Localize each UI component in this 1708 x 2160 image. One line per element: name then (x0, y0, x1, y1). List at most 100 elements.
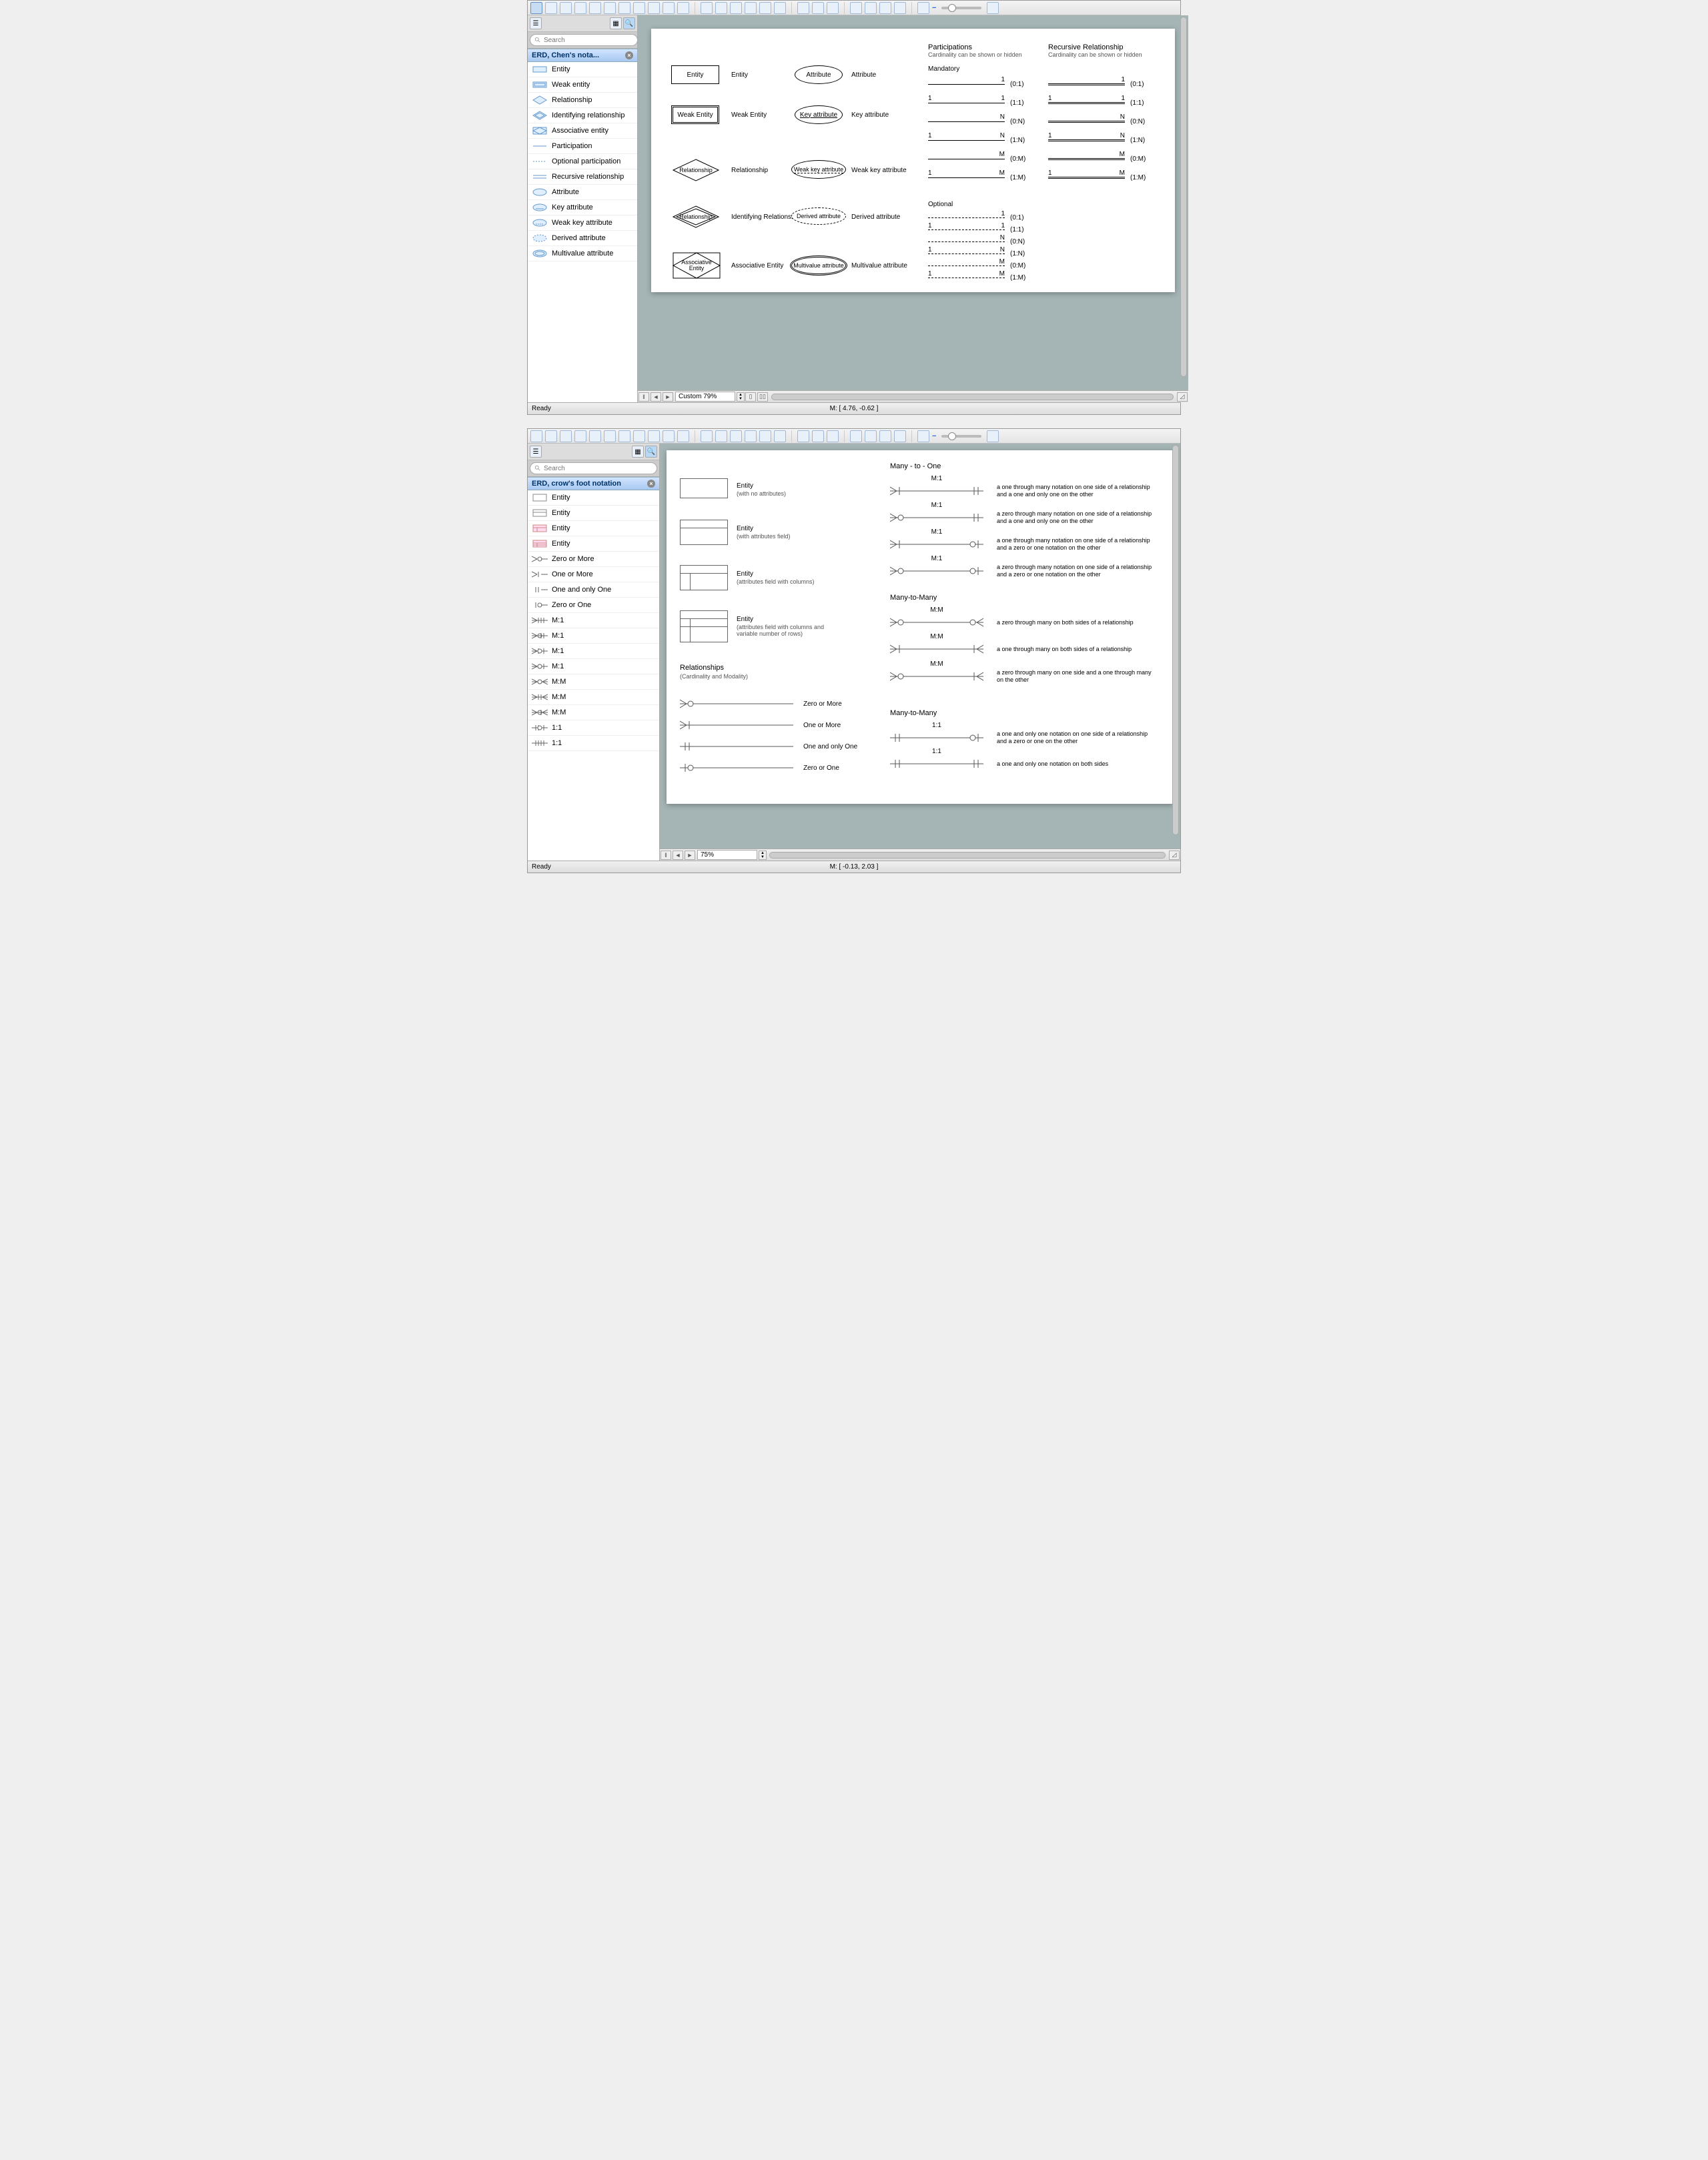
library-item[interactable]: M:M (528, 674, 659, 690)
eyedropper-tool[interactable] (894, 430, 906, 442)
recursive-line[interactable]: 11(1:1) (1048, 99, 1144, 107)
derived-attribute-shape[interactable]: Derived attribute (791, 207, 846, 225)
library-item[interactable]: Weak entity (528, 77, 637, 93)
library-item[interactable]: M:M (528, 705, 659, 720)
weak-key-attribute-shape[interactable]: Weak key attribute (791, 160, 846, 179)
snapshot-tool[interactable] (677, 430, 689, 442)
participation-line[interactable]: 11(1:1) (928, 99, 1024, 107)
library-item[interactable]: One or More (528, 567, 659, 582)
rect-tool[interactable] (545, 2, 557, 14)
connector-line[interactable] (680, 718, 793, 732)
optional-participation-line[interactable]: N(0:N) (928, 238, 1025, 245)
page-next-icon[interactable]: ► (685, 851, 695, 860)
zoom-level-field[interactable]: Custom 79% (675, 392, 735, 402)
library-item[interactable]: M:1 (528, 659, 659, 674)
connector-tool-2[interactable] (604, 2, 616, 14)
library-section-header[interactable]: ERD, Chen's nota... × (528, 49, 637, 62)
key-attribute-shape[interactable]: Key attribute (795, 105, 843, 124)
connector-tool-4[interactable] (633, 430, 645, 442)
canvas-viewport[interactable]: Entity (with no attributes) Entity (with… (660, 444, 1180, 849)
recursive-line[interactable]: N(0:N) (1048, 118, 1145, 125)
group-tool-2[interactable] (812, 2, 824, 14)
close-icon[interactable]: × (647, 480, 655, 488)
group-tool-1[interactable] (797, 430, 809, 442)
connector-tool-5[interactable] (648, 2, 660, 14)
library-item[interactable]: 1:1 (528, 720, 659, 736)
library-item[interactable]: M:M (528, 690, 659, 705)
resize-grip-icon[interactable]: ◿ (1169, 851, 1180, 860)
print-tool[interactable] (879, 2, 891, 14)
vertical-scrollbar[interactable] (1172, 445, 1179, 835)
table-tool[interactable] (574, 2, 586, 14)
recursive-line[interactable]: 1N(1:N) (1048, 137, 1145, 144)
library-item[interactable]: Multivalue attribute (528, 246, 637, 261)
connector-line[interactable] (680, 697, 793, 710)
identifying-relationship-shape[interactable]: Relationship (673, 205, 719, 228)
participation-line[interactable]: 1N(1:N) (928, 137, 1025, 144)
pointer-tool[interactable] (530, 2, 542, 14)
rect-tool[interactable] (545, 430, 557, 442)
search-toggle-icon[interactable]: 🔍 (645, 446, 657, 458)
line-tool-2[interactable] (715, 430, 727, 442)
group-tool-2[interactable] (812, 430, 824, 442)
optional-participation-line[interactable]: 1(0:1) (928, 214, 1024, 221)
entity-block-2[interactable] (680, 520, 728, 545)
library-tree-icon[interactable]: ☰ (530, 17, 542, 29)
connector-tool-1[interactable] (589, 2, 601, 14)
page-prev-icon[interactable]: ◄ (651, 392, 661, 402)
zoom-tool[interactable] (850, 430, 862, 442)
zoom-stepper[interactable]: ▲▼ (759, 851, 767, 860)
relationship-shape[interactable]: Relationship (673, 159, 719, 181)
optional-participation-line[interactable]: 1N(1:N) (928, 250, 1025, 257)
horizontal-scrollbar[interactable] (769, 852, 1166, 859)
zoom-slider[interactable] (941, 7, 981, 9)
pointer-tool[interactable] (530, 430, 542, 442)
connector-line[interactable]: M:M (890, 642, 983, 656)
zoom-out-icon[interactable] (917, 2, 929, 14)
connector-tool-6[interactable] (663, 430, 675, 442)
connector-line[interactable]: M:1 (890, 538, 983, 551)
line-tool-5[interactable] (759, 2, 771, 14)
snapshot-tool[interactable] (677, 2, 689, 14)
optional-participation-line[interactable]: M(0:M) (928, 262, 1025, 269)
library-item[interactable]: Zero or More (528, 552, 659, 567)
zoom-stepper[interactable]: ▲▼ (737, 392, 745, 402)
connector-line[interactable]: M:1 (890, 564, 983, 578)
connector-line[interactable]: M:1 (890, 484, 983, 498)
attribute-shape[interactable]: Attribute (795, 65, 843, 84)
library-item[interactable]: Identifying relationship (528, 108, 637, 123)
library-item[interactable]: One and only One (528, 582, 659, 598)
eyedropper-tool[interactable] (894, 2, 906, 14)
line-tool-3[interactable] (730, 2, 742, 14)
view-mode-1[interactable]: ▯ (745, 392, 756, 402)
library-item[interactable]: Associative entity (528, 123, 637, 139)
search-input[interactable] (530, 462, 657, 474)
line-tool-2[interactable] (715, 2, 727, 14)
connector-line[interactable]: M:M (890, 670, 983, 683)
library-item[interactable]: Recursive relationship (528, 169, 637, 185)
library-item[interactable]: Derived attribute (528, 231, 637, 246)
participation-line[interactable]: 1(0:1) (928, 81, 1024, 88)
library-item[interactable]: Attribute (528, 185, 637, 200)
library-tree-icon[interactable]: ☰ (530, 446, 542, 458)
connector-line[interactable]: 1:1 (890, 731, 983, 744)
recursive-line[interactable]: M(0:M) (1048, 155, 1146, 163)
zoom-slider[interactable] (941, 435, 981, 438)
table-tool[interactable] (574, 430, 586, 442)
grid-view-icon[interactable]: ▦ (632, 446, 644, 458)
group-tool-3[interactable] (827, 430, 839, 442)
line-tool-5[interactable] (759, 430, 771, 442)
library-item[interactable]: Weak key attribute (528, 215, 637, 231)
connector-tool-5[interactable] (648, 430, 660, 442)
line-tool-6[interactable] (774, 2, 786, 14)
pan-tool[interactable] (865, 2, 877, 14)
page-next-icon[interactable]: ► (663, 392, 673, 402)
connector-tool-3[interactable] (618, 430, 630, 442)
library-section-header[interactable]: ERD, crow's foot notation × (528, 477, 659, 490)
zoom-out-icon[interactable] (917, 430, 929, 442)
library-item[interactable]: Optional participation (528, 154, 637, 169)
library-item[interactable]: Participation (528, 139, 637, 154)
grid-view-icon[interactable]: ▦ (610, 17, 622, 29)
connector-line[interactable] (680, 740, 793, 753)
library-item[interactable]: Entity (528, 62, 637, 77)
